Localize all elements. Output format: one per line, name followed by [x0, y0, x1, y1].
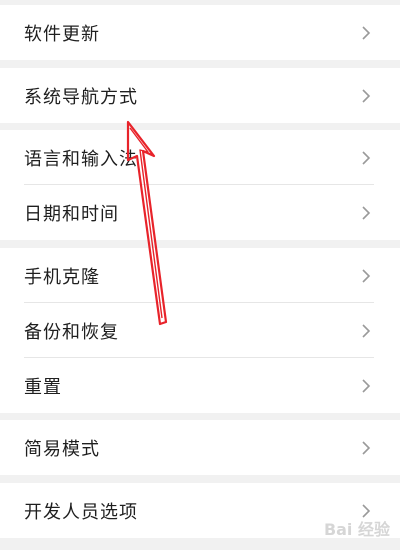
settings-item-label: 手机克隆 [24, 266, 100, 288]
settings-group-2: 系统导航方式 [0, 68, 400, 123]
settings-item-reset[interactable]: 重置 [0, 358, 400, 413]
settings-group-3: 语言和输入法 日期和时间 [0, 130, 400, 240]
settings-group-5: 简易模式 [0, 420, 400, 475]
settings-item-label: 语言和输入法 [24, 148, 138, 170]
chevron-right-icon [362, 150, 371, 165]
settings-item-label: 系统导航方式 [24, 86, 138, 108]
watermark: Bai 经验 [323, 520, 390, 539]
settings-item-date-time[interactable]: 日期和时间 [0, 185, 400, 240]
settings-item-label: 软件更新 [24, 23, 100, 45]
chevron-right-icon [362, 25, 371, 40]
settings-group-4: 手机克隆 备份和恢复 重置 [0, 248, 400, 413]
settings-item-simple-mode[interactable]: 简易模式 [0, 420, 400, 475]
chevron-right-icon [362, 205, 371, 220]
chevron-right-icon [362, 378, 371, 393]
settings-item-label: 日期和时间 [24, 203, 119, 225]
settings-item-software-update[interactable]: 软件更新 [0, 5, 400, 60]
settings-item-phone-clone[interactable]: 手机克隆 [0, 248, 400, 303]
settings-item-label: 开发人员选项 [24, 501, 138, 523]
settings-item-language-input[interactable]: 语言和输入法 [0, 130, 400, 185]
chevron-right-icon [362, 88, 371, 103]
chevron-right-icon [362, 323, 371, 338]
chevron-right-icon [362, 268, 371, 283]
settings-item-label: 简易模式 [24, 438, 100, 460]
settings-item-backup-restore[interactable]: 备份和恢复 [0, 303, 400, 358]
settings-group-1: 软件更新 [0, 5, 400, 60]
settings-item-label: 备份和恢复 [24, 321, 119, 343]
settings-item-label: 重置 [24, 376, 62, 398]
chevron-right-icon [362, 440, 371, 455]
settings-item-navigation-mode[interactable]: 系统导航方式 [0, 68, 400, 123]
